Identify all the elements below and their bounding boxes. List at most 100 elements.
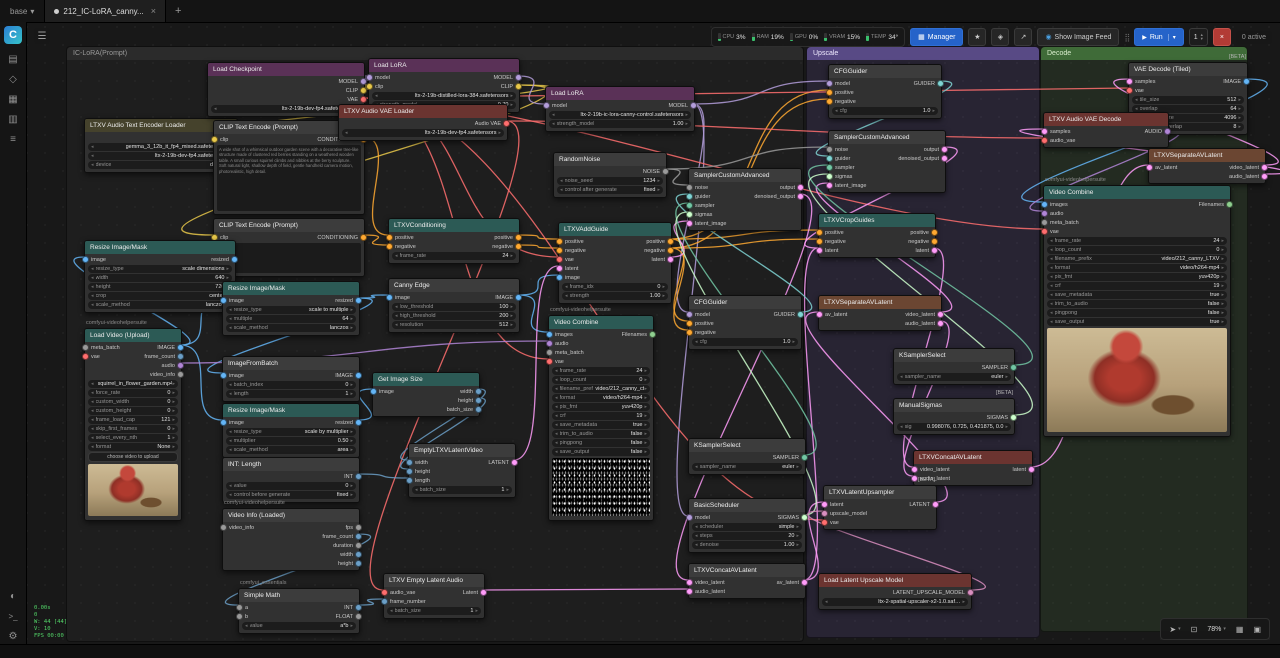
widget-left-arrow-icon[interactable]: ◂ [555,377,558,383]
output-port-av-latent[interactable] [801,579,808,586]
widget-frame-rate[interactable]: ◂frame_rate24▸ [392,252,516,260]
output-port-negative[interactable] [667,247,674,254]
output-port-latent[interactable] [931,247,938,254]
input-port-latent[interactable] [816,247,823,254]
widget-left-arrow-icon[interactable]: ◂ [555,431,558,437]
input-port-image[interactable] [220,297,227,304]
widget-left-arrow-icon[interactable]: ◂ [1050,301,1053,307]
node-title[interactable]: LTXVSeparateAVLatent [819,296,941,309]
input-port-sampler[interactable] [826,164,833,171]
node-title[interactable]: Resize Image/Mask [223,404,359,417]
node-cfgguider[interactable]: CFGGuidermodelGUIDERpositivenegative◂cfg… [828,64,942,119]
input-port-model[interactable] [686,311,693,318]
widget-right-arrow-icon[interactable]: ▸ [510,253,513,259]
widget-left-arrow-icon[interactable]: ◂ [91,444,94,450]
widget-denoise[interactable]: ◂denoise1.00▸ [692,541,802,549]
pin-button[interactable]: ◈ [991,28,1009,46]
input-port-guider[interactable] [686,193,693,200]
widget-left-arrow-icon[interactable]: ◂ [1135,97,1138,103]
input-port-samples[interactable] [1041,128,1048,135]
widget-right-arrow-icon[interactable]: ▸ [644,449,647,455]
widget-resize-type[interactable]: ◂resize_typescale to multiple▸ [226,306,356,314]
widget-right-arrow-icon[interactable]: ▸ [1238,97,1241,103]
new-workflow-button[interactable]: + [166,5,190,17]
widget-right-arrow-icon[interactable]: ▸ [644,377,647,383]
node-title[interactable]: BasicScheduler [689,499,805,512]
input-port-sigmas[interactable] [686,211,693,218]
stepper-arrows[interactable]: ▴▾ [1201,33,1203,41]
widget-right-arrow-icon[interactable]: ▸ [475,608,478,614]
widget-left-arrow-icon[interactable]: ◂ [229,307,232,313]
node-ltxvconcatavlatent[interactable]: LTXVConcatAVLatentvideo_latentav_latenta… [688,563,806,599]
output-port-conditioning[interactable] [360,234,367,241]
input-port-vae[interactable] [1041,228,1048,235]
widget-right-arrow-icon[interactable]: ▸ [350,438,353,444]
widget-left-arrow-icon[interactable]: ◂ [229,382,232,388]
widget-left-arrow-icon[interactable]: ◂ [390,608,393,614]
widget-right-arrow-icon[interactable]: ▸ [350,623,353,629]
input-port-vae[interactable] [556,256,563,263]
widget-right-arrow-icon[interactable]: ▸ [172,435,175,441]
widget-custom-width[interactable]: ◂custom_width0▸ [88,398,178,406]
widget-pingpong[interactable]: ◂pingpongfalse▸ [1047,309,1227,317]
widget-right-arrow-icon[interactable]: ▸ [1221,310,1224,316]
node-get-image-size[interactable]: Get Image Sizeimagewidthheightbatch_size [372,372,480,417]
node-resize-image-mask[interactable]: Resize Image/Maskimageresized◂resize_typ… [84,240,236,313]
node-canny-edge[interactable]: Canny EdgeimageIMAGE◂low_threshold100▸◂h… [388,278,520,333]
input-port-audio-latent[interactable] [686,588,693,595]
input-port-image[interactable] [220,419,227,426]
node-title[interactable]: INT: Length [223,458,359,471]
widget-left-arrow-icon[interactable]: ◂ [555,413,558,419]
output-port-frame-count[interactable] [177,353,184,360]
widget-left-arrow-icon[interactable]: ◂ [229,325,232,331]
sidebar-item-node-library[interactable]: ◇ [4,70,22,88]
node-load-video-upload[interactable]: comfyui-videohelpersuiteLoad Video (Uplo… [84,328,182,521]
output-port-image[interactable] [515,294,522,301]
node-title[interactable]: LTXV Audio VAE Decode [1044,113,1168,126]
input-port-image[interactable] [370,388,377,395]
widget-left-arrow-icon[interactable]: ◂ [91,426,94,432]
share-button[interactable]: ↗ [1014,28,1032,46]
widget-left-arrow-icon[interactable]: ◂ [91,417,94,423]
output-port-latent-upscale-model[interactable] [967,589,974,596]
node-resize-image-mask[interactable]: Resize Image/Maskimageresized◂resize_typ… [222,403,360,458]
input-port-vae[interactable] [821,519,828,526]
widget-strength-model[interactable]: ◂strength_model1.00▸ [549,120,691,128]
input-port-video-latent[interactable] [911,466,918,473]
output-port-audio-latent[interactable] [1261,173,1268,180]
widget-cfg[interactable]: ◂cfg1.0▸ [832,107,938,115]
input-port-clip[interactable] [366,83,373,90]
widget-right-arrow-icon[interactable]: ▸ [510,102,513,108]
node-title[interactable]: ManualSigmas [894,399,1014,412]
widget-right-arrow-icon[interactable]: ▸ [1221,238,1224,244]
widget-left-arrow-icon[interactable]: ◂ [395,304,398,310]
widget-left-arrow-icon[interactable]: ◂ [229,447,232,453]
input-port-negative[interactable] [816,238,823,245]
widget-left-arrow-icon[interactable]: ◂ [552,112,555,118]
widget-scheduler[interactable]: ◂schedulersimple▸ [692,523,802,531]
widget-batch-size[interactable]: ◂batch_size1▸ [412,486,512,494]
input-port-height[interactable] [406,468,413,475]
output-port-positive[interactable] [667,238,674,245]
widget-right-arrow-icon[interactable]: ▸ [498,130,501,136]
input-port-negative[interactable] [556,247,563,254]
minimap-toggle-button[interactable]: ▦ [1232,625,1248,634]
widget-left-arrow-icon[interactable]: ◂ [91,399,94,405]
output-port-float[interactable] [355,613,362,620]
widget-right-arrow-icon[interactable]: ▸ [1005,424,1008,430]
output-port-guider[interactable] [937,80,944,87]
input-port-latent[interactable] [556,265,563,272]
input-port-latent-image[interactable] [686,220,693,227]
widget-right-arrow-icon[interactable]: ▸ [662,284,665,290]
output-port-denoised-output[interactable] [941,155,948,162]
widget-right-arrow-icon[interactable]: ▸ [644,395,647,401]
widget-right-arrow-icon[interactable]: ▸ [510,93,513,99]
close-icon[interactable]: × [151,6,156,16]
widget-control-after-generate[interactable]: ◂control after generatefixed▸ [557,186,663,194]
widget-trim-to-audio[interactable]: ◂trim_to_audiofalse▸ [1047,300,1227,308]
widget-right-arrow-icon[interactable]: ▸ [792,339,795,345]
widget-skip-first-frames[interactable]: ◂skip_first_frames0▸ [88,425,178,433]
widget-left-arrow-icon[interactable]: ◂ [91,381,94,387]
widget-left-arrow-icon[interactable]: ◂ [375,93,378,99]
widget-sig[interactable]: ◂sig0.998076, 0.725, 0.421875, 0.0▸ [897,423,1011,431]
